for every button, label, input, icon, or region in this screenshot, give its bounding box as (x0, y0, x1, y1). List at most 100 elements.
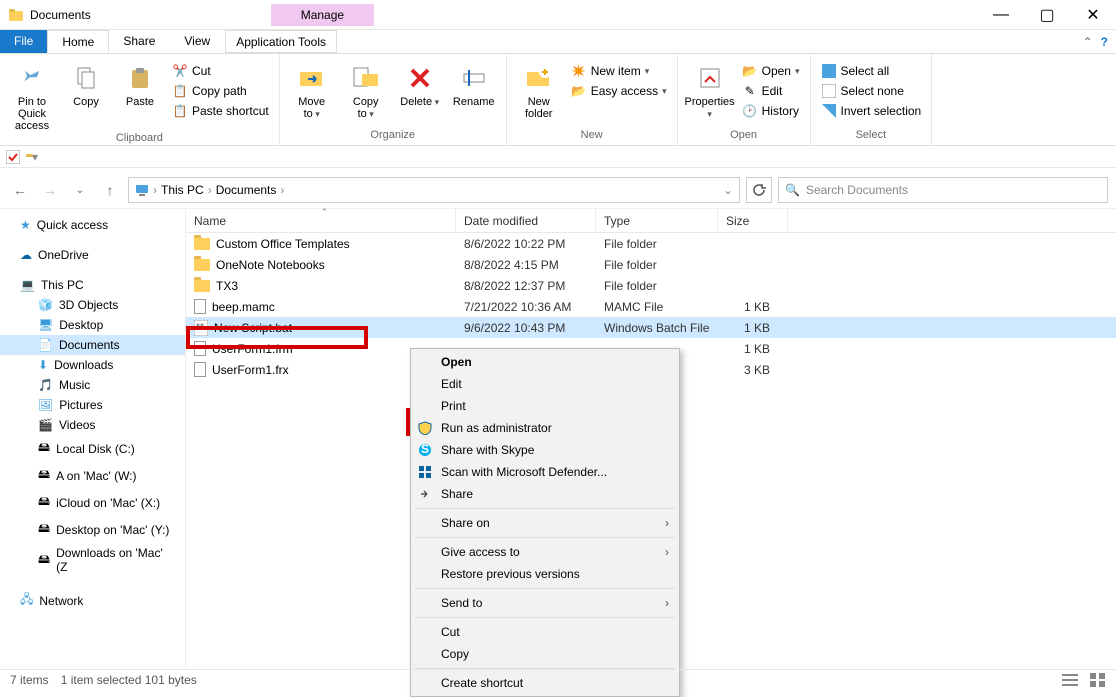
ctx-print[interactable]: Print (411, 395, 679, 417)
file-date: 8/6/2022 10:22 PM (456, 237, 596, 251)
back-button[interactable]: ← (8, 182, 32, 198)
properties-button[interactable]: Properties (684, 60, 736, 120)
paste-button[interactable]: Paste (114, 60, 166, 108)
ctx-cut[interactable]: Cut (411, 621, 679, 643)
open-button[interactable]: 📂Open (738, 62, 804, 80)
invert-selection-button[interactable]: Invert selection (817, 102, 926, 120)
sidebar-item-downloads-mac[interactable]: 🖴Downloads on 'Mac' (Z (0, 543, 185, 577)
ctx-edit[interactable]: Edit (411, 373, 679, 395)
manage-contextual-tab[interactable]: Manage (271, 4, 374, 26)
help-icon[interactable]: ? (1101, 35, 1108, 49)
ctx-restore-versions[interactable]: Restore previous versions (411, 563, 679, 585)
ctx-open[interactable]: Open (411, 351, 679, 373)
file-row[interactable]: OneNote Notebooks8/8/2022 4:15 PMFile fo… (186, 254, 1116, 275)
home-tab[interactable]: Home (47, 30, 109, 53)
file-date: 8/8/2022 4:15 PM (456, 258, 596, 272)
share-icon (417, 486, 433, 502)
copy-button[interactable]: Copy (60, 60, 112, 108)
ctx-skype[interactable]: SShare with Skype (411, 439, 679, 461)
view-tab[interactable]: View (170, 30, 225, 53)
sidebar-item-desktop-mac[interactable]: 🖴Desktop on 'Mac' (Y:) (0, 516, 185, 543)
file-date: 8/8/2022 12:37 PM (456, 279, 596, 293)
sidebar-item-pictures[interactable]: 🖼Pictures (0, 395, 185, 415)
ribbon-group-new: New folder ✴️New item 📂Easy access New (507, 54, 678, 145)
maximize-button[interactable]: ▢ (1024, 0, 1070, 30)
sidebar-item-desktop[interactable]: 🖥Desktop (0, 315, 185, 335)
ctx-defender[interactable]: Scan with Microsoft Defender... (411, 461, 679, 483)
sidebar-item-3d-objects[interactable]: 🧊3D Objects (0, 295, 185, 315)
minimize-button[interactable]: — (978, 0, 1024, 30)
sidebar-item-onedrive[interactable]: ☁OneDrive (0, 245, 185, 265)
ribbon-collapse-icon[interactable]: ⌃ (1083, 35, 1093, 49)
forward-button[interactable]: → (38, 182, 62, 198)
column-type[interactable]: Type (596, 209, 718, 232)
easy-access-button[interactable]: 📂Easy access (567, 82, 671, 100)
sidebar-item-icloud-mac[interactable]: 🖴iCloud on 'Mac' (X:) (0, 489, 185, 516)
file-type: File folder (596, 237, 718, 251)
column-size[interactable]: Size (718, 209, 788, 232)
chevron-down-icon[interactable]: ▾ (32, 150, 38, 164)
ctx-copy[interactable]: Copy (411, 643, 679, 665)
sidebar-item-this-pc[interactable]: 💻This PC (0, 275, 185, 295)
sidebar-item-a-mac[interactable]: 🖴A on 'Mac' (W:) (0, 462, 185, 489)
history-button[interactable]: 🕑History (738, 102, 804, 120)
up-button[interactable]: ↑ (98, 182, 122, 198)
copy-path-button[interactable]: 📋Copy path (168, 82, 273, 100)
new-folder-icon (525, 62, 553, 94)
file-date: 9/6/2022 10:43 PM (456, 321, 596, 335)
checkbox-icon[interactable] (6, 150, 20, 164)
select-all-button[interactable]: Select all (817, 62, 926, 80)
sidebar-item-local-disk[interactable]: 🖴Local Disk (C:) (0, 435, 185, 462)
details-view-button[interactable] (1062, 673, 1078, 687)
column-name[interactable]: ⌃Name (186, 209, 456, 232)
file-row[interactable]: beep.mamc7/21/2022 10:36 AMMAMC File1 KB (186, 296, 1116, 317)
breadcrumb-root[interactable]: This PC (161, 183, 204, 197)
close-button[interactable]: ✕ (1070, 0, 1116, 30)
pin-to-quick-access-button[interactable]: Pin to Quick access (6, 60, 58, 132)
column-date[interactable]: Date modified (456, 209, 596, 232)
drive-icon: 🖴 (38, 492, 50, 513)
ctx-run-as-admin[interactable]: Run as administrator (411, 417, 679, 439)
edit-button[interactable]: ✎Edit (738, 82, 804, 100)
sidebar-item-documents[interactable]: 📄Documents (0, 335, 185, 355)
ctx-give-access[interactable]: Give access to› (411, 541, 679, 563)
ctx-share[interactable]: Share (411, 483, 679, 505)
ribbon-group-select: Select all Select none Invert selection … (811, 54, 933, 145)
share-tab[interactable]: Share (109, 30, 170, 53)
move-to-button[interactable]: Move to (286, 60, 338, 120)
column-headers: ⌃Name Date modified Type Size (186, 209, 1116, 233)
status-bar: 7 items 1 item selected 101 bytes (0, 669, 1116, 689)
sidebar-item-network[interactable]: 🖧Network (0, 587, 185, 614)
sidebar-item-downloads[interactable]: ⬇Downloads (0, 355, 185, 375)
rename-button[interactable]: Rename (448, 60, 500, 108)
paste-shortcut-button[interactable]: 📋Paste shortcut (168, 102, 273, 120)
search-box[interactable]: 🔍 Search Documents (778, 177, 1108, 203)
ctx-send-to[interactable]: Send to› (411, 592, 679, 614)
file-icon (194, 299, 206, 314)
copy-to-button[interactable]: Copy to (340, 60, 392, 120)
sidebar-item-quick-access[interactable]: ★Quick access (0, 215, 185, 235)
application-tools-tab[interactable]: Application Tools (225, 30, 337, 53)
new-folder-button[interactable]: New folder (513, 60, 565, 120)
file-name: OneNote Notebooks (216, 258, 325, 272)
context-menu: Open Edit Print Run as administrator SSh… (410, 348, 680, 697)
file-row[interactable]: TX38/8/2022 12:37 PMFile folder (186, 275, 1116, 296)
select-none-button[interactable]: Select none (817, 82, 926, 100)
breadcrumb-dropdown[interactable]: ⌄ (723, 183, 733, 197)
file-tab[interactable]: File (0, 30, 47, 53)
new-item-button[interactable]: ✴️New item (567, 62, 671, 80)
sidebar-item-music[interactable]: 🎵Music (0, 375, 185, 395)
ctx-share-on[interactable]: Share on› (411, 512, 679, 534)
sidebar-item-videos[interactable]: 🎬Videos (0, 415, 185, 435)
delete-button[interactable]: Delete (394, 60, 446, 108)
thumbnails-view-button[interactable] (1090, 673, 1106, 687)
music-icon: 🎵 (38, 378, 53, 392)
breadcrumb-current[interactable]: Documents (216, 183, 277, 197)
refresh-button[interactable] (746, 177, 772, 203)
cube-icon: 🧊 (38, 298, 53, 312)
file-row[interactable]: Custom Office Templates8/6/2022 10:22 PM… (186, 233, 1116, 254)
file-row[interactable]: New Script.bat9/6/2022 10:43 PMWindows B… (186, 317, 1116, 338)
recent-locations-dropdown[interactable]: ⌄ (68, 185, 92, 196)
cut-button[interactable]: ✂️Cut (168, 62, 273, 80)
breadcrumb-bar[interactable]: › This PC › Documents › ⌄ (128, 177, 740, 203)
